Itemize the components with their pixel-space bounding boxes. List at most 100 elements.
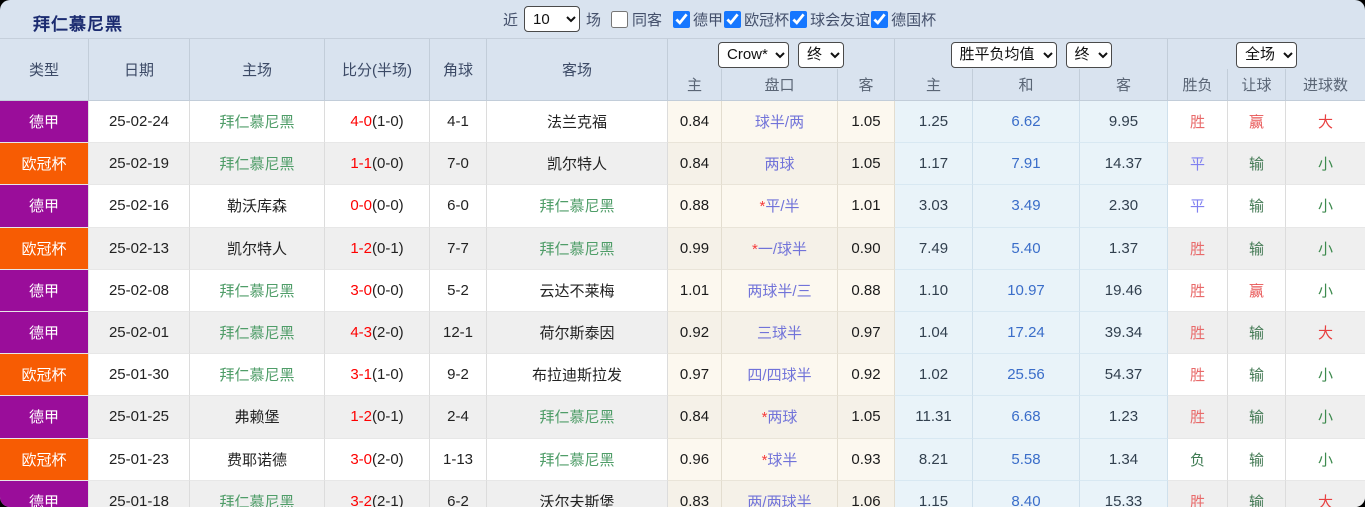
result-wdl-value: 胜	[1168, 311, 1229, 355]
halftime-score: (0-1)	[372, 239, 404, 257]
league-badge: 德甲	[0, 185, 88, 227]
avg-home-value: 1.17	[895, 143, 973, 186]
odds-group-header: Crow* 终	[668, 39, 895, 69]
corners-value: 6-2	[430, 480, 487, 507]
handicap-value: 三球半	[756, 325, 802, 343]
odds-away-value: 0.88	[838, 269, 895, 312]
table-row: 欧冠杯 25-02-13 凯尔特人 1-2(0-1) 7-7 拜仁慕尼黑 0.9…	[0, 227, 1365, 270]
away-team: 凯尔特人	[487, 143, 668, 186]
avg-draw-value: 17.24	[973, 311, 1080, 355]
filter-checkbox-germancup[interactable]	[871, 10, 889, 28]
home-team: 拜仁慕尼黑	[190, 311, 325, 355]
handicap-value: 一/球半	[757, 240, 807, 258]
col-header-avg-draw: 和	[973, 69, 1080, 101]
result-goals-value: 大	[1286, 480, 1365, 507]
table-row: 欧冠杯 25-01-23 费耶诺德 3-0(2-0) 1-13 拜仁慕尼黑 0.…	[0, 438, 1365, 481]
corners-value: 7-7	[430, 227, 487, 270]
odds-home-value: 0.84	[668, 101, 722, 144]
handicap-value: 两球半/三	[747, 282, 812, 300]
corners-value: 2-4	[430, 396, 487, 439]
match-date: 25-02-24	[89, 101, 190, 144]
score-cell: 4-0(1-0)	[325, 101, 430, 144]
handicap-cell: 两球	[722, 143, 838, 186]
avg-home-value: 1.02	[895, 354, 973, 397]
table-row: 德甲 25-02-08 拜仁慕尼黑 3-0(0-0) 5-2 云达不莱梅 1.0…	[0, 269, 1365, 312]
avg-away-value: 1.23	[1080, 396, 1169, 439]
match-date: 25-02-13	[89, 227, 190, 270]
avg-draw-value: 5.58	[973, 438, 1080, 481]
score-cell: 3-0(2-0)	[325, 438, 430, 481]
home-team: 拜仁慕尼黑	[190, 269, 325, 312]
fulltime-score: 1-2	[350, 408, 372, 426]
col-header-result-handicap: 让球	[1228, 69, 1287, 101]
avg-draw-value: 6.62	[973, 101, 1080, 144]
result-group-header: 全场	[1168, 39, 1365, 69]
odds-away-value: 0.93	[838, 438, 895, 481]
matches-label: 场	[586, 11, 602, 29]
handicap-value: 球半/两	[754, 114, 805, 132]
result-handicap-value: 输	[1228, 438, 1287, 481]
score-cell: 3-0(0-0)	[325, 269, 430, 312]
avg-away-value: 15.33	[1080, 480, 1169, 507]
period-select[interactable]: 全场	[1236, 41, 1298, 68]
handicap-value: 两球	[767, 409, 798, 427]
halftime-score: (1-0)	[372, 366, 404, 384]
odds-away-value: 1.05	[838, 101, 895, 144]
result-wdl-value: 胜	[1168, 269, 1229, 312]
fulltime-score: 3-1	[350, 366, 372, 384]
halftime-score: (1-0)	[372, 113, 404, 131]
result-handicap-value: 赢	[1228, 101, 1287, 144]
avg-type-select[interactable]: 胜平负均值	[950, 41, 1057, 68]
odds-away-value: 0.92	[838, 354, 895, 397]
avg-home-value: 7.49	[895, 227, 973, 270]
league-badge: 德甲	[0, 480, 88, 507]
result-handicap-value: 输	[1228, 354, 1287, 397]
odds-away-value: 0.97	[838, 311, 895, 355]
avg-group-header: 胜平负均值 终	[895, 39, 1169, 69]
home-team: 拜仁慕尼黑	[190, 101, 325, 144]
avg-home-value: 1.15	[895, 480, 973, 507]
halftime-score: (2-0)	[372, 324, 404, 342]
corners-value: 4-1	[430, 101, 487, 144]
home-team: 勒沃库森	[190, 185, 325, 228]
league-badge: 欧冠杯	[0, 438, 88, 480]
match-date: 25-01-25	[89, 396, 190, 439]
league-badge: 德甲	[0, 311, 88, 354]
filter-checkbox-clubfriendly[interactable]	[790, 10, 808, 28]
result-wdl-value: 平	[1168, 185, 1229, 228]
avg-state-select[interactable]: 终	[1065, 41, 1112, 68]
result-goals-value: 小	[1286, 354, 1365, 397]
table-row: 德甲 25-02-16 勒沃库森 0-0(0-0) 6-0 拜仁慕尼黑 0.88…	[0, 185, 1365, 228]
odds-company-select[interactable]: Crow*	[718, 41, 789, 68]
match-date: 25-02-16	[89, 185, 190, 228]
handicap-value: 两球	[764, 156, 795, 174]
home-team: 弗赖堡	[190, 396, 325, 439]
result-wdl-value: 胜	[1168, 354, 1229, 397]
recent-count-select[interactable]: 10	[524, 6, 581, 32]
league-badge: 欧冠杯	[0, 143, 88, 185]
filter-label-clubfriendly: 球会友谊	[810, 11, 871, 29]
odds-state-select[interactable]: 终	[798, 41, 844, 68]
filter-checkbox-bundesliga[interactable]	[673, 10, 691, 28]
match-date: 25-01-30	[89, 354, 190, 397]
league-badge: 欧冠杯	[0, 354, 88, 396]
avg-draw-value: 25.56	[973, 354, 1080, 397]
avg-away-value: 9.95	[1080, 101, 1169, 144]
avg-home-value: 11.31	[895, 396, 973, 439]
result-handicap-value: 输	[1228, 396, 1287, 439]
same-venue-label: 同客	[632, 11, 663, 29]
avg-away-value: 1.34	[1080, 438, 1169, 481]
odds-away-value: 1.06	[838, 480, 895, 507]
topbar: 拜仁慕尼黑 近 10 场 同客 德甲 欧冠杯 球会友谊 德国杯	[0, 0, 1365, 38]
same-venue-checkbox[interactable]	[611, 10, 629, 28]
odds-home-value: 0.84	[668, 396, 722, 439]
result-handicap-value: 赢	[1228, 269, 1287, 312]
halftime-score: (0-0)	[372, 197, 404, 215]
result-goals-value: 大	[1286, 311, 1365, 355]
fulltime-score: 3-2	[350, 492, 372, 507]
away-team: 法兰克福	[487, 101, 668, 144]
corners-value: 12-1	[430, 311, 487, 355]
result-goals-value: 小	[1286, 185, 1365, 228]
filter-checkbox-championsleague[interactable]	[724, 10, 742, 28]
fulltime-score: 0-0	[350, 197, 372, 215]
